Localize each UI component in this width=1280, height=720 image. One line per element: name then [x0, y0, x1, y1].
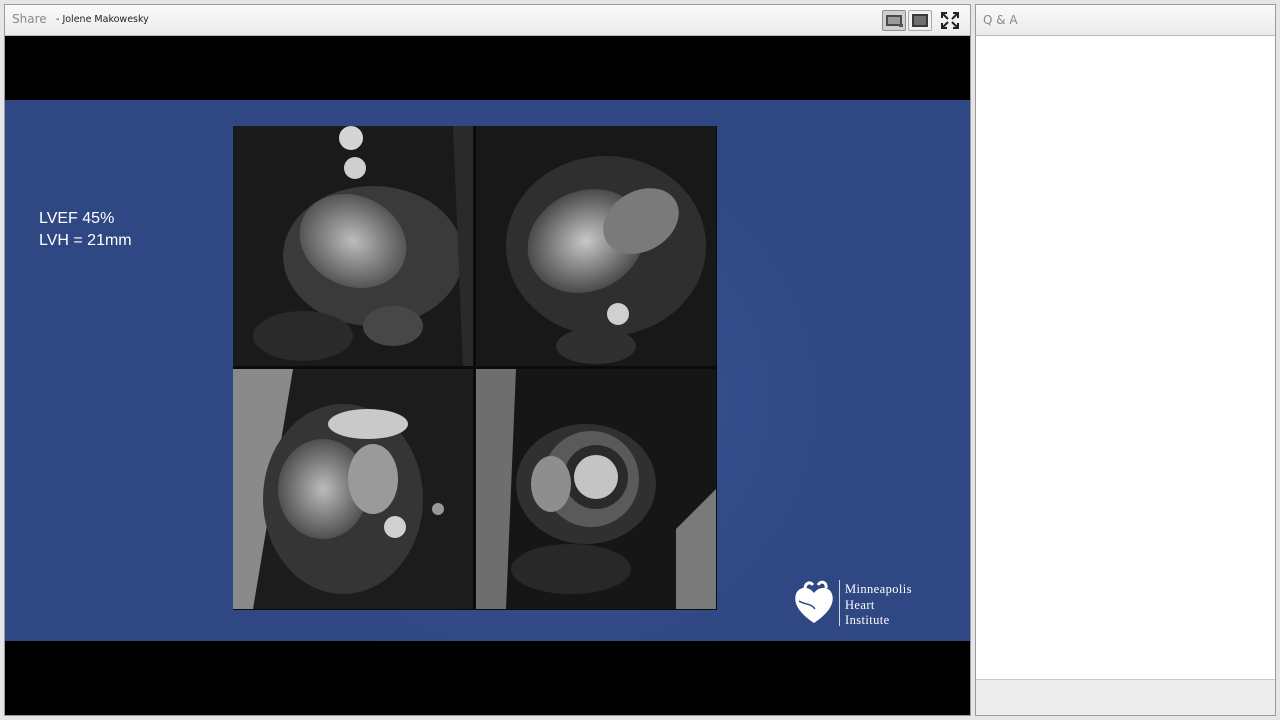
mri-image-1 [233, 126, 473, 366]
share-header: Share - Jolene Makowesky [5, 5, 970, 36]
logo-text: Minneapolis Heart Institute [845, 582, 912, 629]
presentation-slide: LVEF 45% LVH = 21mm Minneapolis Heart In… [5, 100, 970, 641]
mri-image-4 [476, 369, 716, 609]
logo-divider [839, 580, 840, 626]
slide-line-lvh: LVH = 21mm [39, 232, 132, 249]
logo-line-2: Heart [845, 597, 875, 612]
slide-line-lvef: LVEF 45% [39, 210, 115, 227]
qa-title: Q & A [983, 13, 1018, 27]
expand-icon [941, 12, 959, 29]
fullscreen-button[interactable] [939, 10, 963, 31]
share-panel: Share - Jolene Makowesky LVEF 45% LVH = … [4, 4, 971, 716]
presenter-name: - Jolene Makowesky [56, 14, 149, 25]
monitor-icon [912, 14, 928, 27]
logo-line-3: Institute [845, 613, 890, 627]
slide-text: LVEF 45% LVH = 21mm [39, 208, 132, 252]
qa-header: Q & A [976, 5, 1275, 36]
view-layout-2-button[interactable] [908, 10, 932, 31]
logo-line-1: Minneapolis [845, 582, 912, 596]
qa-content-area[interactable] [976, 36, 1275, 681]
mri-image-grid [233, 126, 717, 610]
view-layout-1-button[interactable] [882, 10, 906, 31]
qa-panel: Q & A [975, 4, 1276, 716]
monitor-icon [886, 15, 903, 27]
share-title: Share [12, 12, 47, 26]
minneapolis-heart-institute-logo: Minneapolis Heart Institute [789, 578, 959, 628]
qa-footer [976, 679, 1275, 715]
mri-image-2 [476, 126, 716, 366]
mri-image-3 [233, 369, 473, 609]
heart-logo-icon [795, 580, 833, 623]
